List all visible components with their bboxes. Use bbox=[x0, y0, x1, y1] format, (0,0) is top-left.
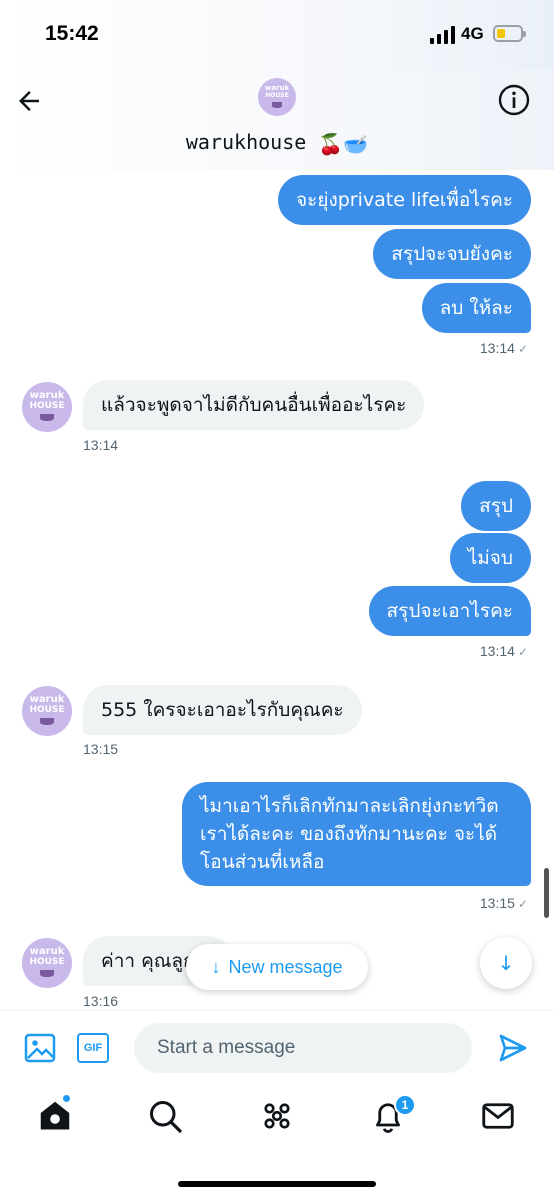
message-timestamp: 13:15 bbox=[83, 741, 119, 757]
sender-avatar[interactable]: waruk HOUSE bbox=[22, 938, 72, 988]
outgoing-message[interactable]: ลบ ให้ละ bbox=[421, 283, 531, 333]
message-timestamp: 13:14 bbox=[83, 437, 119, 453]
signal-icon bbox=[430, 26, 456, 44]
new-message-button[interactable]: ↓ New message bbox=[186, 944, 368, 990]
outgoing-message-multiline[interactable]: ไมาเอาไรก็เลิกทักมาละเลิกยุ่งกะทวิต เราไ… bbox=[182, 782, 531, 886]
scroll-to-bottom-button[interactable]: ↓ bbox=[480, 937, 532, 989]
sender-avatar[interactable]: waruk HOUSE bbox=[22, 382, 72, 432]
outgoing-message[interactable]: สรุป bbox=[461, 481, 531, 531]
spaces-icon[interactable] bbox=[259, 1098, 295, 1134]
back-arrow-icon[interactable] bbox=[14, 86, 44, 116]
conversation-header: waruk HOUSE warukhouse 🍒🥣 bbox=[0, 70, 554, 170]
notifications-badge: 1 bbox=[394, 1094, 416, 1116]
message-composer: GIF bbox=[0, 1010, 554, 1084]
message-timestamp: 13:16 bbox=[83, 993, 119, 1009]
gif-button[interactable]: GIF bbox=[77, 1033, 109, 1063]
message-line: ไมาเอาไรก็เลิกทักมาละเลิกยุ่งกะทวิต bbox=[200, 795, 499, 817]
message-line: เราได้ละคะ ของถึงทักมานะคะ จะได้ bbox=[200, 823, 498, 845]
conversation-handle[interactable]: warukhouse 🍒🥣 bbox=[0, 130, 554, 156]
network-type: 4G bbox=[461, 24, 484, 43]
handle-emoji: 🍒🥣 bbox=[318, 131, 369, 156]
status-bar: 15:42 4G bbox=[0, 0, 554, 70]
outgoing-message[interactable]: จะยุ่งprivate lifeเพื่อไรคะ bbox=[277, 175, 531, 225]
home-icon[interactable] bbox=[37, 1098, 73, 1134]
header-avatar[interactable]: waruk HOUSE bbox=[258, 78, 296, 116]
home-indicator[interactable] bbox=[178, 1181, 376, 1187]
messages-envelope-icon[interactable] bbox=[480, 1098, 516, 1134]
message-timestamp: 13:14 ✓ bbox=[479, 643, 528, 659]
incoming-message[interactable]: 555 ใครจะเอาอะไรกับคุณคะ bbox=[83, 685, 362, 735]
message-timestamp: 13:15 ✓ bbox=[479, 895, 528, 911]
message-timestamp: 13:14 ✓ bbox=[479, 340, 528, 356]
status-time: 15:42 bbox=[45, 22, 99, 45]
send-icon[interactable] bbox=[497, 1032, 529, 1064]
battery-icon bbox=[493, 25, 526, 42]
arrow-down-icon: ↓ bbox=[211, 956, 221, 977]
search-icon[interactable] bbox=[147, 1098, 183, 1134]
new-message-label: New message bbox=[228, 956, 343, 977]
home-new-dot bbox=[62, 1094, 71, 1103]
info-icon[interactable] bbox=[498, 84, 530, 116]
outgoing-message[interactable]: สรุปจะจบยังคะ bbox=[373, 229, 531, 279]
scroll-indicator[interactable] bbox=[544, 868, 549, 918]
message-line: โอนส่วนที่เหลือ bbox=[200, 851, 325, 873]
outgoing-message[interactable]: สรุปจะเอาไรคะ bbox=[368, 586, 531, 636]
incoming-message[interactable]: แล้วจะพูดจาไม่ดีกับคนอื่นเพื่ออะไรคะ bbox=[83, 380, 425, 430]
message-input[interactable] bbox=[134, 1023, 472, 1073]
sender-avatar[interactable]: waruk HOUSE bbox=[22, 686, 72, 736]
image-icon[interactable] bbox=[24, 1033, 56, 1063]
outgoing-message[interactable]: ไม่จบ bbox=[449, 533, 531, 583]
arrow-down-icon: ↓ bbox=[497, 951, 515, 975]
